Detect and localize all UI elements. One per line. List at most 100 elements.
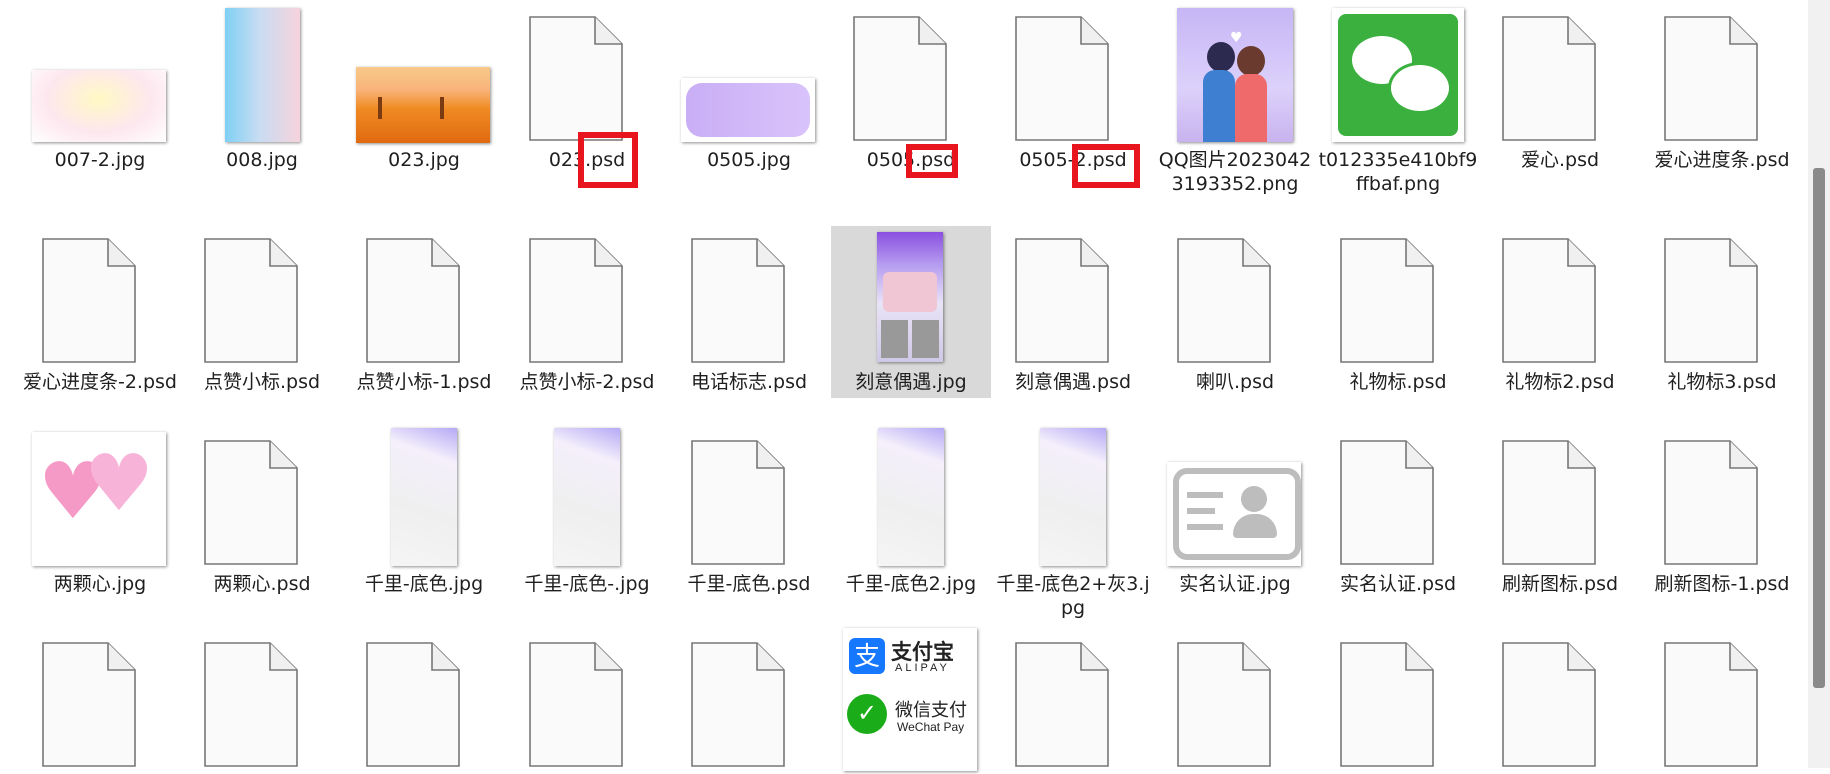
file-thumbnail (507, 4, 667, 145)
file-item-psd[interactable]: 爱心.psd (1480, 4, 1640, 172)
document-icon (1502, 238, 1596, 363)
file-item-psd[interactable]: 礼物标.psd (1318, 226, 1478, 394)
document-icon (204, 440, 298, 565)
file-item-image[interactable]: 千里-底色2.jpg (831, 428, 991, 596)
file-thumbnail (669, 4, 829, 145)
file-item-image[interactable]: 千里-底色.jpg (344, 428, 504, 596)
file-name: 实名认证.jpg (1179, 573, 1291, 595)
file-name: 两颗心.psd (213, 573, 311, 595)
file-thumbnail (1480, 428, 1640, 569)
file-thumbnail (182, 630, 342, 771)
file-item-image[interactable]: 007-2.jpg (20, 4, 180, 172)
alipay-icon: 支 (849, 638, 885, 674)
file-item-image[interactable]: t012335e410bf9ffbaf.png (1318, 4, 1478, 196)
file-name: 爱心.psd (1520, 149, 1600, 171)
file-thumbnail (1155, 428, 1315, 569)
file-name: 喇叭.psd (1195, 371, 1275, 393)
file-thumbnail (344, 226, 504, 367)
file-item-psd[interactable]: 刷新图标.psd (1480, 428, 1640, 596)
file-item-psd[interactable] (993, 630, 1153, 774)
document-icon (42, 642, 136, 767)
wechat-logo-icon (1338, 14, 1458, 136)
file-item-psd[interactable]: 喇叭.psd (1155, 226, 1315, 394)
file-item-psd[interactable] (1480, 630, 1640, 774)
file-thumbnail (1318, 428, 1478, 569)
document-icon (366, 642, 460, 767)
file-name: 两颗心.jpg (53, 573, 147, 595)
file-item-psd[interactable] (182, 630, 342, 774)
figure-boy (1207, 42, 1235, 72)
file-thumbnail (507, 630, 667, 771)
vertical-scrollbar[interactable] (1808, 0, 1830, 768)
file-name: 0505.jpg (707, 149, 791, 171)
file-name: 点赞小标-2.psd (519, 371, 655, 393)
file-item-psd[interactable] (507, 630, 667, 774)
image-thumbnail (1040, 428, 1106, 566)
document-icon (1664, 642, 1758, 767)
image-thumbnail: 支 支付宝 ALIPAY ✓ 微信支付 WeChat Pay (843, 628, 977, 771)
file-item-psd[interactable]: 爱心进度条.psd (1642, 4, 1802, 172)
heart-icon: ♥ (84, 439, 154, 529)
file-thumbnail (993, 4, 1153, 145)
file-thumbnail (1155, 630, 1315, 771)
file-item-psd[interactable]: 礼物标2.psd (1480, 226, 1640, 394)
file-thumbnail (1318, 4, 1478, 145)
file-name: 电话标志.psd (690, 371, 808, 393)
figure (378, 97, 382, 119)
file-item-psd[interactable] (1642, 630, 1802, 774)
document-icon (204, 642, 298, 767)
file-item-psd[interactable]: 电话标志.psd (669, 226, 829, 394)
file-name: 刷新图标.psd (1501, 573, 1619, 595)
file-item-psd[interactable]: 两颗心.psd (182, 428, 342, 596)
file-item-psd[interactable] (344, 630, 504, 774)
file-item-image[interactable]: 千里-底色2+灰3.jpg (993, 428, 1153, 620)
file-item-psd[interactable] (20, 630, 180, 774)
file-item-image[interactable]: 023.jpg (344, 4, 504, 172)
file-item-psd[interactable] (1318, 630, 1478, 774)
document-icon (1664, 440, 1758, 565)
image-thumbnail (878, 428, 944, 566)
file-item-psd[interactable] (669, 630, 829, 774)
image-thumbnail: ♥ (1177, 8, 1293, 142)
file-name: 礼物标.psd (1349, 371, 1447, 393)
file-item-image[interactable]: 刻意偶遇.jpg (831, 226, 991, 398)
figure-boy-body (1203, 70, 1235, 142)
file-item-psd[interactable]: 点赞小标-1.psd (344, 226, 504, 394)
document-icon (691, 238, 785, 363)
document-icon (1502, 440, 1596, 565)
file-item-psd[interactable]: 点赞小标.psd (182, 226, 342, 394)
document-icon (853, 16, 947, 141)
file-name: 007-2.jpg (54, 149, 146, 171)
highlight-box-2 (906, 144, 958, 178)
file-thumbnail (182, 4, 342, 145)
file-item-image[interactable]: 实名认证.jpg (1155, 428, 1315, 596)
file-name: 千里-底色-.jpg (524, 573, 650, 595)
file-name: 刷新图标-1.psd (1654, 573, 1790, 595)
file-item-psd[interactable]: 点赞小标-2.psd (507, 226, 667, 394)
file-thumbnail (182, 428, 342, 569)
scrollbar-thumb[interactable] (1813, 168, 1825, 688)
file-thumbnail (344, 4, 504, 145)
file-thumbnail (1318, 226, 1478, 367)
document-icon (1015, 238, 1109, 363)
document-icon (1015, 642, 1109, 767)
file-item-image[interactable]: 008.jpg (182, 4, 342, 172)
file-item-psd[interactable]: 实名认证.psd (1318, 428, 1478, 596)
file-item-psd[interactable]: 千里-底色.psd (669, 428, 829, 596)
file-name: 008.jpg (226, 149, 298, 171)
file-item-psd[interactable]: 礼物标3.psd (1642, 226, 1802, 394)
file-item-psd[interactable] (1155, 630, 1315, 774)
file-item-psd[interactable]: 爱心进度条-2.psd (20, 226, 180, 394)
file-item-psd[interactable]: 刷新图标-1.psd (1642, 428, 1802, 596)
file-item-image[interactable]: ♥ ♥ 两颗心.jpg (20, 428, 180, 596)
document-icon (1664, 16, 1758, 141)
file-item-image[interactable]: 0505.jpg (669, 4, 829, 172)
file-name: 点赞小标-1.psd (356, 371, 492, 393)
file-item-image[interactable]: 千里-底色-.jpg (507, 428, 667, 596)
file-item-psd[interactable]: 刻意偶遇.psd (993, 226, 1153, 394)
file-name: 刻意偶遇.jpg (855, 371, 967, 393)
document-icon (691, 642, 785, 767)
file-item-image[interactable]: 支 支付宝 ALIPAY ✓ 微信支付 WeChat Pay (831, 628, 991, 774)
document-icon (529, 16, 623, 141)
file-item-image[interactable]: ♥ QQ图片20230423193352.png (1155, 4, 1315, 196)
